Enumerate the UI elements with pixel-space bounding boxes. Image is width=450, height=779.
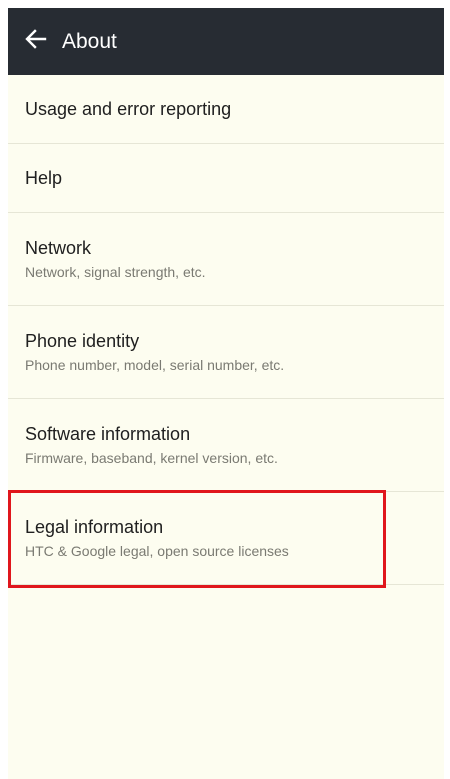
item-title: Phone identity bbox=[25, 330, 140, 351]
item-subtitle: HTC & Google legal, open source licenses bbox=[25, 542, 289, 559]
list-item-usage-error-reporting[interactable]: Usage and error reporting bbox=[8, 75, 444, 144]
arrow-left-icon bbox=[25, 29, 47, 54]
page-title: About bbox=[62, 29, 117, 53]
item-title: Usage and error reporting bbox=[25, 99, 232, 119]
item-subtitle: Phone number, model, serial number, etc. bbox=[25, 356, 285, 373]
back-button[interactable] bbox=[10, 8, 62, 75]
app-bar: About bbox=[8, 8, 444, 75]
list-item-help[interactable]: Help bbox=[8, 144, 444, 213]
settings-list: Usage and error reporting Help Network N… bbox=[8, 75, 444, 585]
list-item-phone-identity[interactable]: Phone identity Phone number, model, seri… bbox=[8, 306, 444, 399]
item-title: Legal information bbox=[25, 516, 164, 537]
item-subtitle: Firmware, baseband, kernel version, etc. bbox=[25, 449, 278, 466]
item-subtitle: Network, signal strength, etc. bbox=[25, 263, 206, 280]
list-item-software-information[interactable]: Software information Firmware, baseband,… bbox=[8, 399, 444, 492]
item-title: Software information bbox=[25, 423, 191, 444]
item-title: Network bbox=[25, 237, 92, 258]
list-item-legal-information[interactable]: Legal information HTC & Google legal, op… bbox=[8, 492, 444, 585]
list-item-network[interactable]: Network Network, signal strength, etc. bbox=[8, 213, 444, 306]
item-title: Help bbox=[25, 168, 63, 188]
about-screen: About Usage and error reporting Help Net… bbox=[8, 8, 444, 779]
